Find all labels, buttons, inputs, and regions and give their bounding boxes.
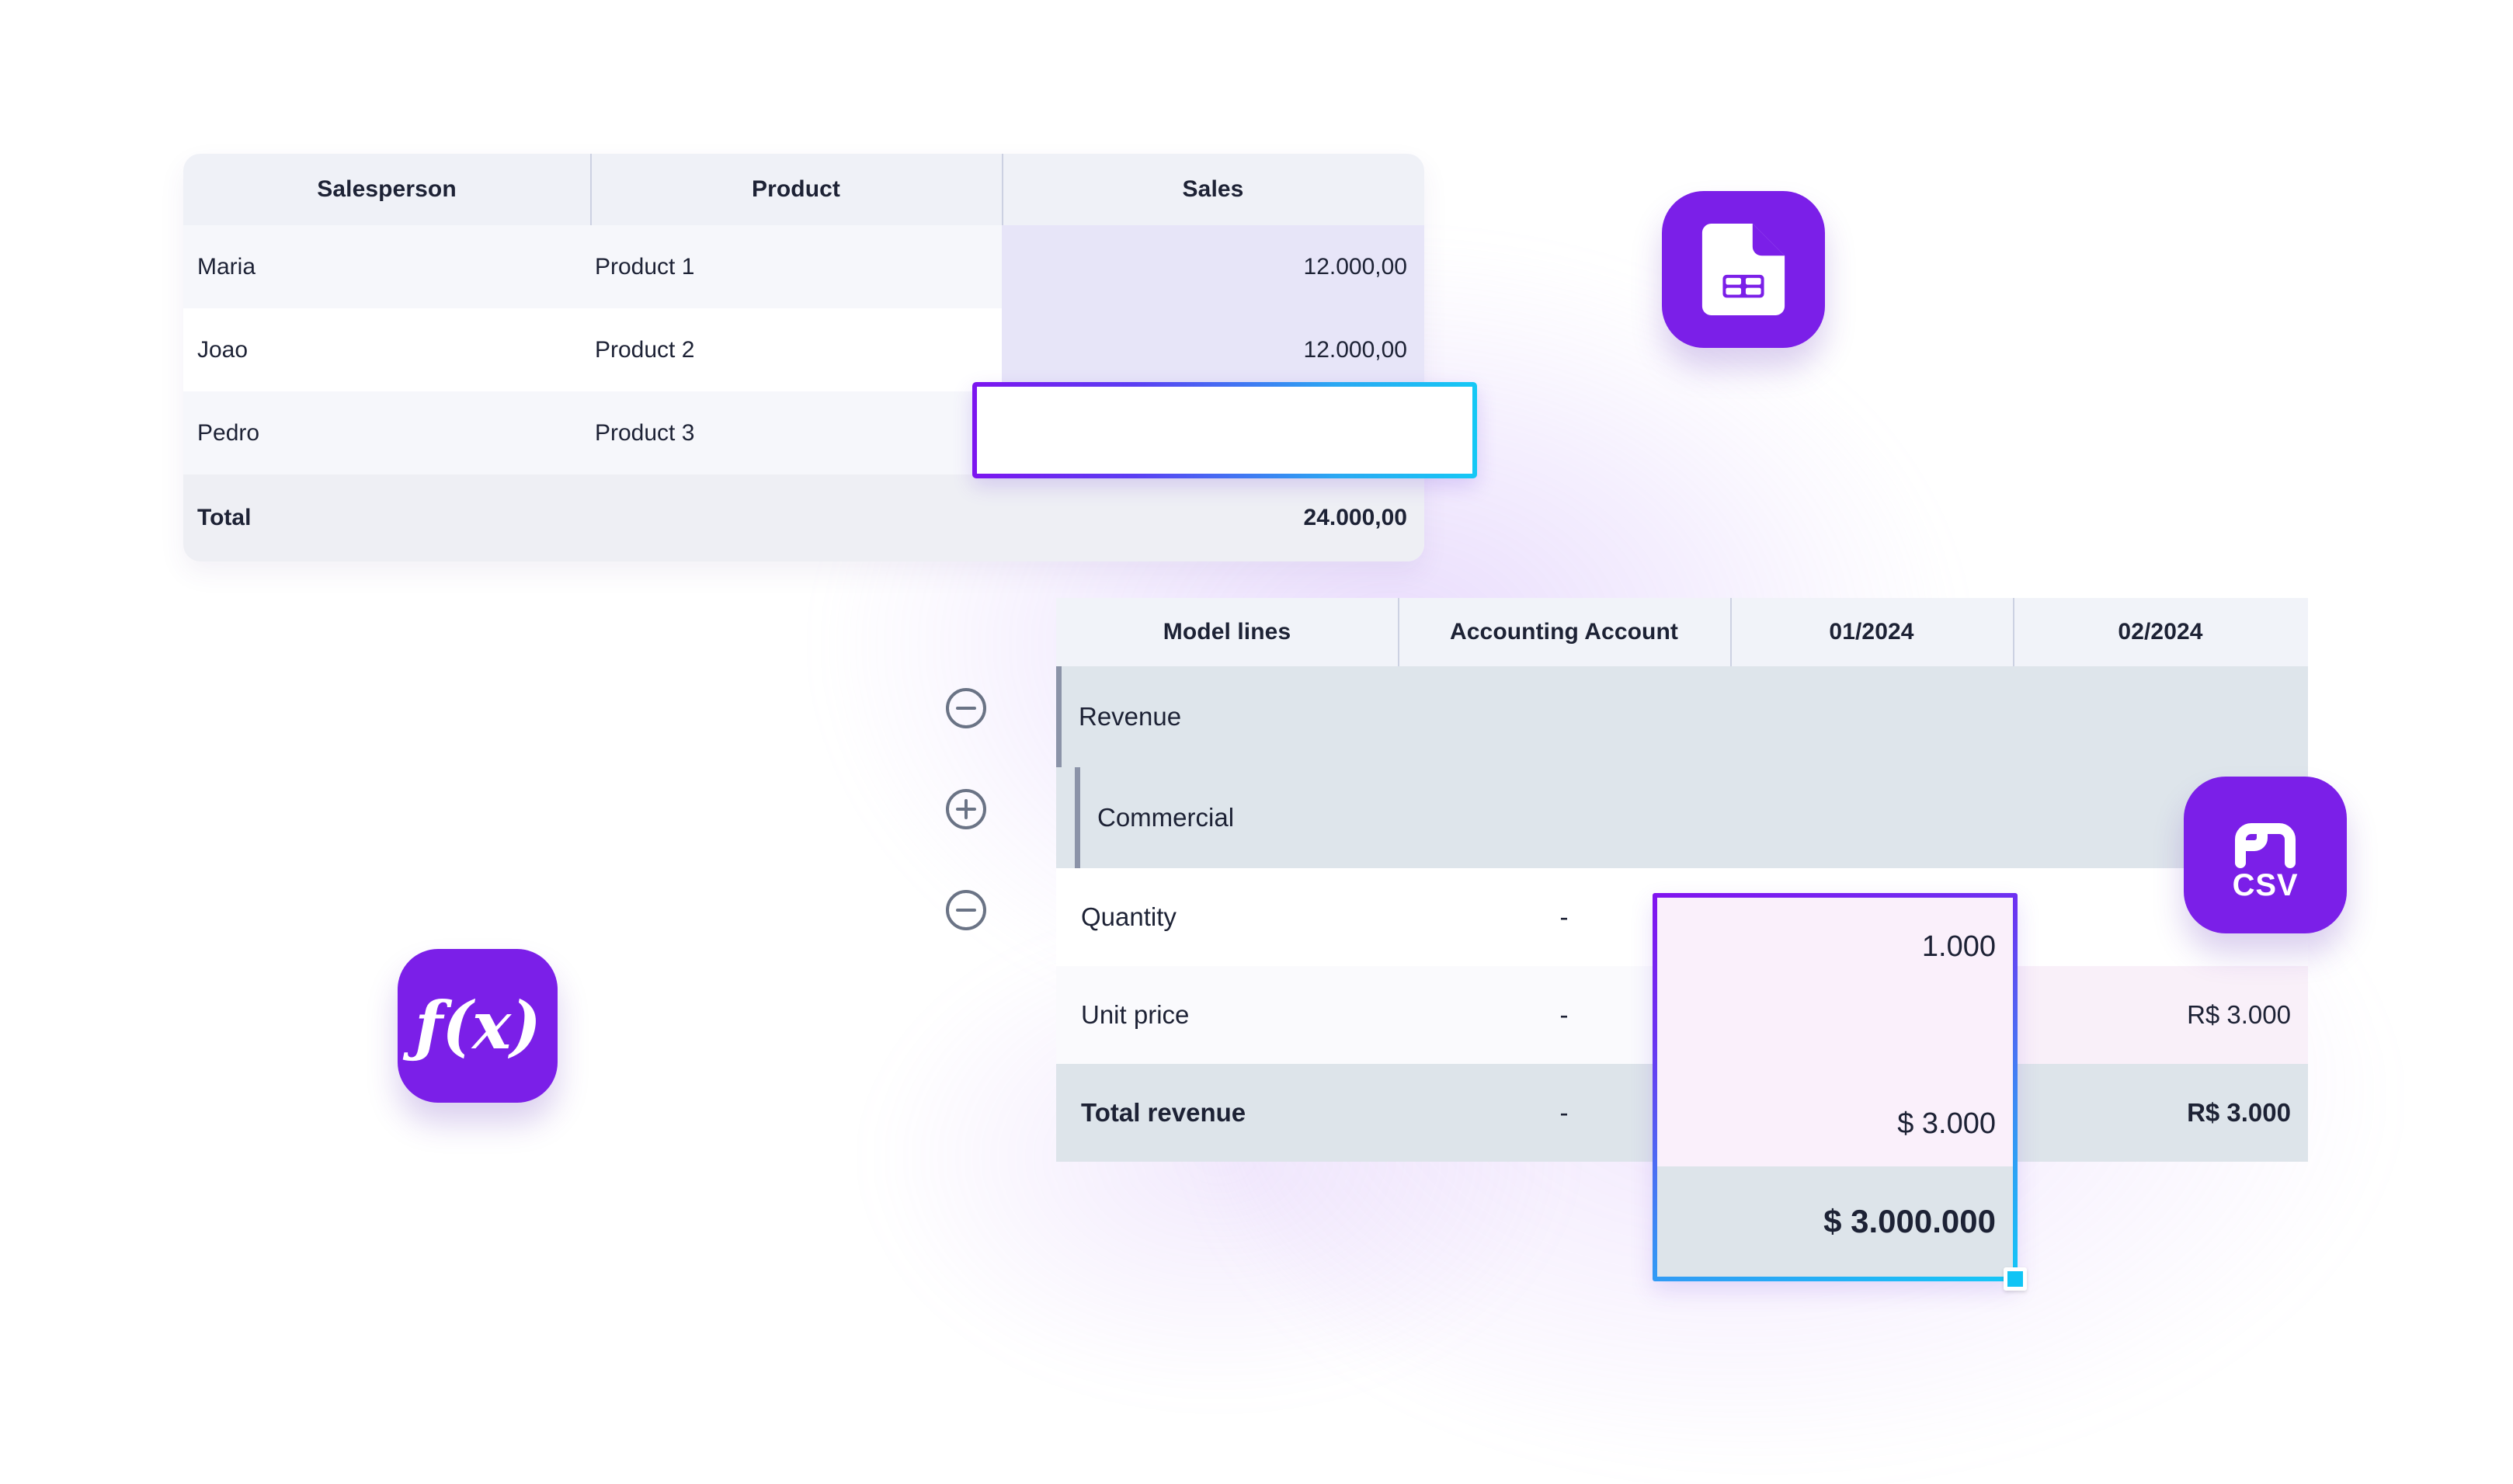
cell-product[interactable]: Product 3 xyxy=(590,391,1002,474)
table-row[interactable]: Maria Product 1 12.000,00 xyxy=(183,225,1424,308)
collapse-icon-quantity[interactable] xyxy=(946,890,986,930)
formula-fx-icon[interactable]: ƒ(x) xyxy=(398,949,558,1103)
cell-022024[interactable]: R$ 3.000 xyxy=(2013,1064,2308,1162)
model-row-label: Revenue xyxy=(1079,702,1182,731)
spreadsheet-file-icon[interactable] xyxy=(1662,191,1825,348)
model-row-label: Total revenue xyxy=(1081,1098,1246,1127)
group-accent-bar xyxy=(1075,767,1080,868)
cell-salesperson[interactable]: Pedro xyxy=(183,391,590,474)
cell-product[interactable]: Product 1 xyxy=(590,225,1002,308)
table-row[interactable]: Joao Product 2 12.000,00 xyxy=(183,308,1424,391)
sales-table: Salesperson Product Sales Maria Product … xyxy=(183,154,1424,561)
expand-icon-commercial[interactable] xyxy=(946,789,986,829)
collapse-icon-revenue[interactable] xyxy=(946,688,986,728)
selected-cell-total-revenue[interactable]: $ 3.000.000 xyxy=(1657,1166,2013,1277)
column-header-product[interactable]: Product xyxy=(590,154,1002,225)
model-row-label: Commercial xyxy=(1097,803,1235,832)
column-header-model-lines[interactable]: Model lines xyxy=(1056,598,1398,666)
plus-bar-vertical xyxy=(965,799,968,819)
model-table-header-row: Model lines Accounting Account 01/2024 0… xyxy=(1056,598,2308,666)
cell-salesperson[interactable]: Maria xyxy=(183,225,590,308)
total-value: 24.000,00 xyxy=(1303,505,1407,530)
csv-file-icon[interactable]: CSV xyxy=(2184,777,2347,933)
minus-bar xyxy=(956,909,976,912)
group-accent-bar xyxy=(1056,666,1062,767)
cell-sales[interactable]: 12.000,00 xyxy=(1002,225,1424,308)
column-header-sales[interactable]: Sales xyxy=(1002,154,1424,225)
fx-glyph-label: ƒ(x) xyxy=(415,987,541,1064)
selection-inner: 1.000 $ 3.000 $ 3.000.000 xyxy=(1657,898,2013,1277)
canvas: Salesperson Product Sales Maria Product … xyxy=(0,0,2513,1484)
model-row-revenue[interactable]: Revenue xyxy=(1056,666,2308,767)
model-row-label: Quantity xyxy=(1081,902,1177,931)
column-header-accounting-account[interactable]: Accounting Account xyxy=(1398,598,1730,666)
column-header-012024[interactable]: 01/2024 xyxy=(1730,598,2013,666)
sales-table-header-row: Salesperson Product Sales xyxy=(183,154,1424,225)
cell-sales[interactable]: 12.000,00 xyxy=(1002,308,1424,391)
svg-text:CSV: CSV xyxy=(2233,868,2299,902)
minus-bar xyxy=(956,707,976,710)
model-row-label: Unit price xyxy=(1081,1000,1190,1029)
sales-total-row: Total 24.000,00 xyxy=(183,474,1424,561)
selection-resize-handle[interactable] xyxy=(2004,1267,2027,1291)
selected-cell-unit-price[interactable]: $ 3.000 xyxy=(1657,1081,2013,1166)
column-header-022024[interactable]: 02/2024 xyxy=(2013,598,2308,666)
column-header-salesperson[interactable]: Salesperson xyxy=(183,154,590,225)
cell-product[interactable]: Product 2 xyxy=(590,308,1002,391)
sales-cell-editor[interactable] xyxy=(972,382,1477,478)
selected-cell-quantity[interactable]: 1.000 xyxy=(1657,898,2013,996)
total-spacer xyxy=(590,474,1002,561)
spreadsheet-glyph xyxy=(1701,224,1785,315)
cell-salesperson[interactable]: Joao xyxy=(183,308,590,391)
total-label: Total xyxy=(197,505,252,530)
cell-range-selection[interactable]: 1.000 $ 3.000 $ 3.000.000 xyxy=(1653,893,2027,1291)
sales-cell-input[interactable] xyxy=(977,387,1472,474)
csv-glyph: CSV xyxy=(2233,823,2299,902)
model-row-commercial[interactable]: Commercial xyxy=(1056,767,2308,868)
selection-spacer xyxy=(1657,996,2013,1081)
cell-022024[interactable]: R$ 3.000 xyxy=(2013,966,2308,1064)
